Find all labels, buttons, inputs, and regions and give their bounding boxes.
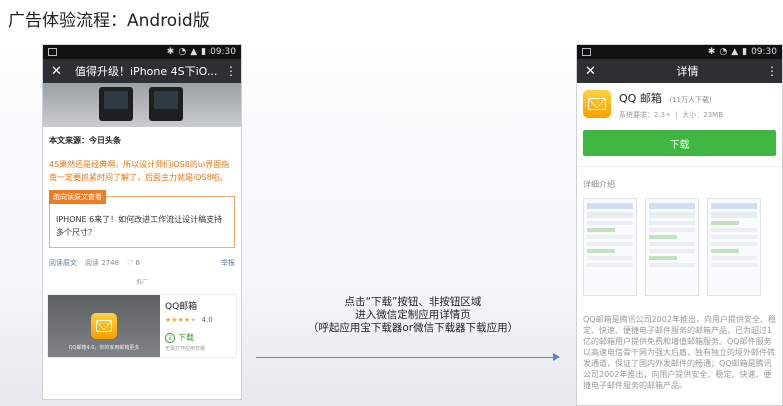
battery-icon: ▮ xyxy=(742,47,748,57)
app-name: QQ 邮箱 (11万人下载) xyxy=(619,90,723,106)
qq-mail-icon xyxy=(583,90,611,118)
app-header: QQ 邮箱 (11万人下载) 系统要求：2.3+ | 大小：23MB xyxy=(577,83,782,120)
app-stats: 系统要求：2.3+ | 大小：23MB xyxy=(619,111,724,119)
close-icon[interactable]: ✕ xyxy=(51,64,69,79)
arrow-head-icon xyxy=(553,353,560,361)
article-source: 本文来源：今日头条 xyxy=(49,136,121,145)
star-rating-icon: ★★★★ xyxy=(165,316,191,324)
ad-download-button[interactable]: ↓ 下载 xyxy=(165,332,231,343)
related-article-card[interactable]: 跑向读原文查看 IPHONE 6来了！如何改进工作流让设计稿支持多个尺寸？ xyxy=(49,190,235,248)
app-description: QQ邮箱是腾讯公司2002年推出，向用户提供安全、稳定、快速、便捷电子邮件服务的… xyxy=(583,315,776,390)
flow-caption: 点击“下载”按钮、非按钮区域 进入微信定制应用详情页 （呼起应用宝下载器or微信… xyxy=(300,296,526,335)
wifi-icon: ◔ xyxy=(719,47,728,57)
bluetooth-icon: ✱ xyxy=(166,47,175,57)
ad-app-name: QQ邮箱 xyxy=(165,302,198,312)
app-screenshot[interactable] xyxy=(707,198,761,296)
ad-stars: ★★★★★ 4.0 xyxy=(165,316,213,324)
app-name-text: QQ 邮箱 xyxy=(619,92,662,105)
system-requirement: 系统要求：2.3+ xyxy=(619,111,671,119)
detail-title: 详情 xyxy=(676,65,699,78)
ad-image-caption: QQ邮箱4.0，你的家用邮箱更多 xyxy=(68,345,140,351)
ad-download-label: 下载 xyxy=(178,333,194,342)
left-phone-screen: ✱ ◔ ▲ ▮ 09:30 ✕ 值得升级！iPhone 4S下iO... ⋮ 本… xyxy=(42,44,242,400)
app-screenshot[interactable] xyxy=(645,198,699,296)
more-icon[interactable]: ⋮ xyxy=(225,64,237,78)
article-stats: 阅读原文 阅读 2748 ♡ 6 举报 xyxy=(43,248,241,268)
article-title: 值得升级！iPhone 4S下iO... xyxy=(75,65,218,78)
app-size: 大小：23MB xyxy=(682,111,724,119)
right-phone-screen: ✱ ◔ ▲ ▮ 09:30 ✕ 详情 ⋮ QQ 邮箱 (11万人下载) 系统要求… xyxy=(576,44,783,406)
phone-image xyxy=(99,87,133,121)
notification-icon xyxy=(48,48,57,56)
status-bar: ✱ ◔ ▲ ▮ 09:30 xyxy=(577,45,782,59)
article-text: 4S果然还是经典啊，所以设计师们iOS8的ui界面指南一定要抓紧时间了解了，后面… xyxy=(49,160,230,182)
read-original-link[interactable]: 阅读原文 xyxy=(49,258,77,268)
article-hero-image xyxy=(43,83,241,127)
signal-icon: ▲ xyxy=(190,47,198,57)
related-text: IPHONE 6来了！如何改进工作流让设计稿支持多个尺寸？ xyxy=(56,215,223,237)
close-icon[interactable]: ✕ xyxy=(585,64,603,79)
status-time: 09:30 xyxy=(751,47,777,57)
ad-info: QQ邮箱 ★★★★★ 4.0 ↓ 下载 无需打开应用安装 xyxy=(160,295,236,357)
download-icon: ↓ xyxy=(165,332,175,343)
caption-line: 进入微信定制应用详情页 xyxy=(355,309,471,321)
battery-icon: ▮ xyxy=(201,47,207,57)
qq-mail-icon xyxy=(91,313,117,339)
screenshot-gallery[interactable] xyxy=(577,190,782,296)
ad-rating: 4.0 xyxy=(201,316,213,324)
notification-icon xyxy=(582,48,591,56)
article-appbar: ✕ 值得升级！iPhone 4S下iO... ⋮ xyxy=(43,59,241,83)
caption-line: 点击“下载”按钮、非按钮区域 xyxy=(344,296,482,308)
download-count: (11万人下载) xyxy=(669,96,712,104)
signal-icon: ▲ xyxy=(731,47,739,57)
flow-arrow xyxy=(256,357,556,358)
like-icon[interactable]: ♡ xyxy=(127,259,133,267)
status-time: 09:30 xyxy=(210,47,236,57)
wifi-icon: ◔ xyxy=(178,47,187,57)
read-count: 阅读 2748 xyxy=(85,259,120,267)
download-button[interactable]: 下载 xyxy=(583,130,776,156)
like-count: 6 xyxy=(135,259,140,267)
promo-label: 推广 xyxy=(135,279,148,286)
ad-image[interactable]: QQ邮箱4.0，你的家用邮箱更多 xyxy=(48,295,160,357)
report-link[interactable]: 举报 xyxy=(221,258,235,268)
caption-line: （呼起应用宝下载器or微信下载器下载应用） xyxy=(307,322,519,334)
status-bar: ✱ ◔ ▲ ▮ 09:30 xyxy=(43,45,241,59)
related-tag: 跑向读原文查看 xyxy=(49,190,106,204)
phone-image xyxy=(149,87,183,121)
ad-card[interactable]: QQ邮箱4.0，你的家用邮箱更多 QQ邮箱 ★★★★★ 4.0 ↓ 下载 无需打… xyxy=(47,294,237,358)
ad-sub: 无需打开应用安装 xyxy=(165,346,206,352)
slide-title: 广告体验流程：Android版 xyxy=(8,11,210,31)
detail-appbar: ✕ 详情 ⋮ xyxy=(577,59,782,83)
bluetooth-icon: ✱ xyxy=(707,47,716,57)
app-screenshot[interactable] xyxy=(583,198,637,296)
more-icon[interactable]: ⋮ xyxy=(766,64,778,78)
section-title: 详细介绍 xyxy=(577,166,782,190)
